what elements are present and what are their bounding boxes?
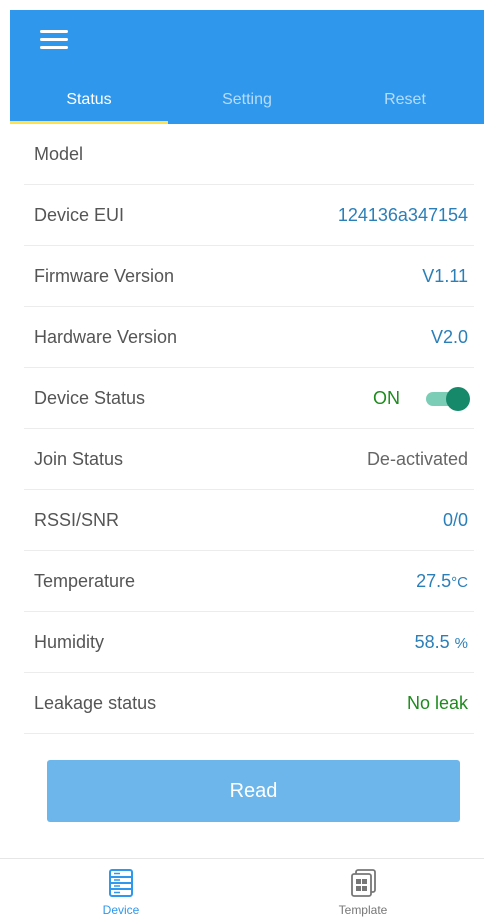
device-eui-label: Device EUI — [34, 204, 125, 225]
device-status-value: ON — [373, 387, 400, 408]
device-eui-value: 124136a347154 — [337, 204, 468, 225]
firmware-version-value: V1.11 — [422, 265, 468, 286]
device-status-toggle[interactable] — [426, 387, 470, 411]
nav-device-label: Device — [102, 903, 140, 917]
row-join-status: Join Status De-activated — [24, 429, 474, 490]
temperature-unit: °C — [451, 573, 468, 591]
rssi-snr-value: 0/0 — [442, 509, 468, 530]
row-device-status: Device Status ON — [24, 368, 474, 429]
humidity-unit: % — [454, 634, 468, 652]
tab-status[interactable]: Status — [10, 80, 168, 124]
nav-device[interactable]: Device — [0, 859, 242, 924]
temperature-number: 27.5 — [416, 570, 452, 591]
nav-template-label: Template — [338, 903, 388, 917]
model-label: Model — [34, 143, 84, 164]
tab-bar: Status Setting Reset — [10, 80, 484, 124]
row-model: Model — [24, 124, 474, 185]
humidity-value: 58.5 % — [415, 632, 468, 653]
row-temperature: Temperature 27.5°C — [24, 551, 474, 612]
hardware-version-label: Hardware Version — [34, 326, 178, 347]
row-device-eui: Device EUI 124136a347154 — [24, 185, 474, 246]
leakage-status-label: Leakage status — [34, 692, 157, 713]
humidity-number: 58.5 — [414, 631, 450, 652]
temperature-value: 27.5°C — [416, 571, 468, 592]
join-status-label: Join Status — [34, 448, 124, 469]
row-hardware-version: Hardware Version V2.0 — [24, 307, 474, 368]
template-icon — [351, 869, 376, 897]
join-status-value: De-activated — [366, 448, 468, 469]
tab-setting[interactable]: Setting — [168, 80, 326, 124]
toggle-knob — [446, 387, 470, 411]
humidity-label: Humidity — [34, 631, 105, 652]
row-rssi-snr: RSSI/SNR 0/0 — [24, 490, 474, 551]
status-list: Model Device EUI 124136a347154 Firmware … — [24, 124, 474, 734]
device-status-label: Device Status — [34, 387, 146, 408]
rssi-snr-label: RSSI/SNR — [34, 509, 120, 530]
firmware-version-label: Firmware Version — [34, 265, 175, 286]
row-humidity: Humidity 58.5 % — [24, 612, 474, 673]
read-button[interactable]: Read — [47, 760, 460, 822]
nav-template[interactable]: Template — [242, 859, 484, 924]
bottom-nav: Device Template — [0, 858, 484, 924]
temperature-label: Temperature — [34, 570, 136, 591]
row-leakage-status: Leakage status No leak — [24, 673, 474, 734]
device-icon — [109, 869, 133, 897]
hardware-version-value: V2.0 — [430, 326, 468, 347]
row-firmware-version: Firmware Version V1.11 — [24, 246, 474, 307]
leakage-status-value: No leak — [406, 692, 468, 713]
device-status-control: ON — [373, 387, 470, 411]
tab-reset[interactable]: Reset — [326, 80, 484, 124]
menu-icon[interactable] — [40, 28, 70, 52]
app-header: Status Setting Reset — [10, 10, 484, 124]
